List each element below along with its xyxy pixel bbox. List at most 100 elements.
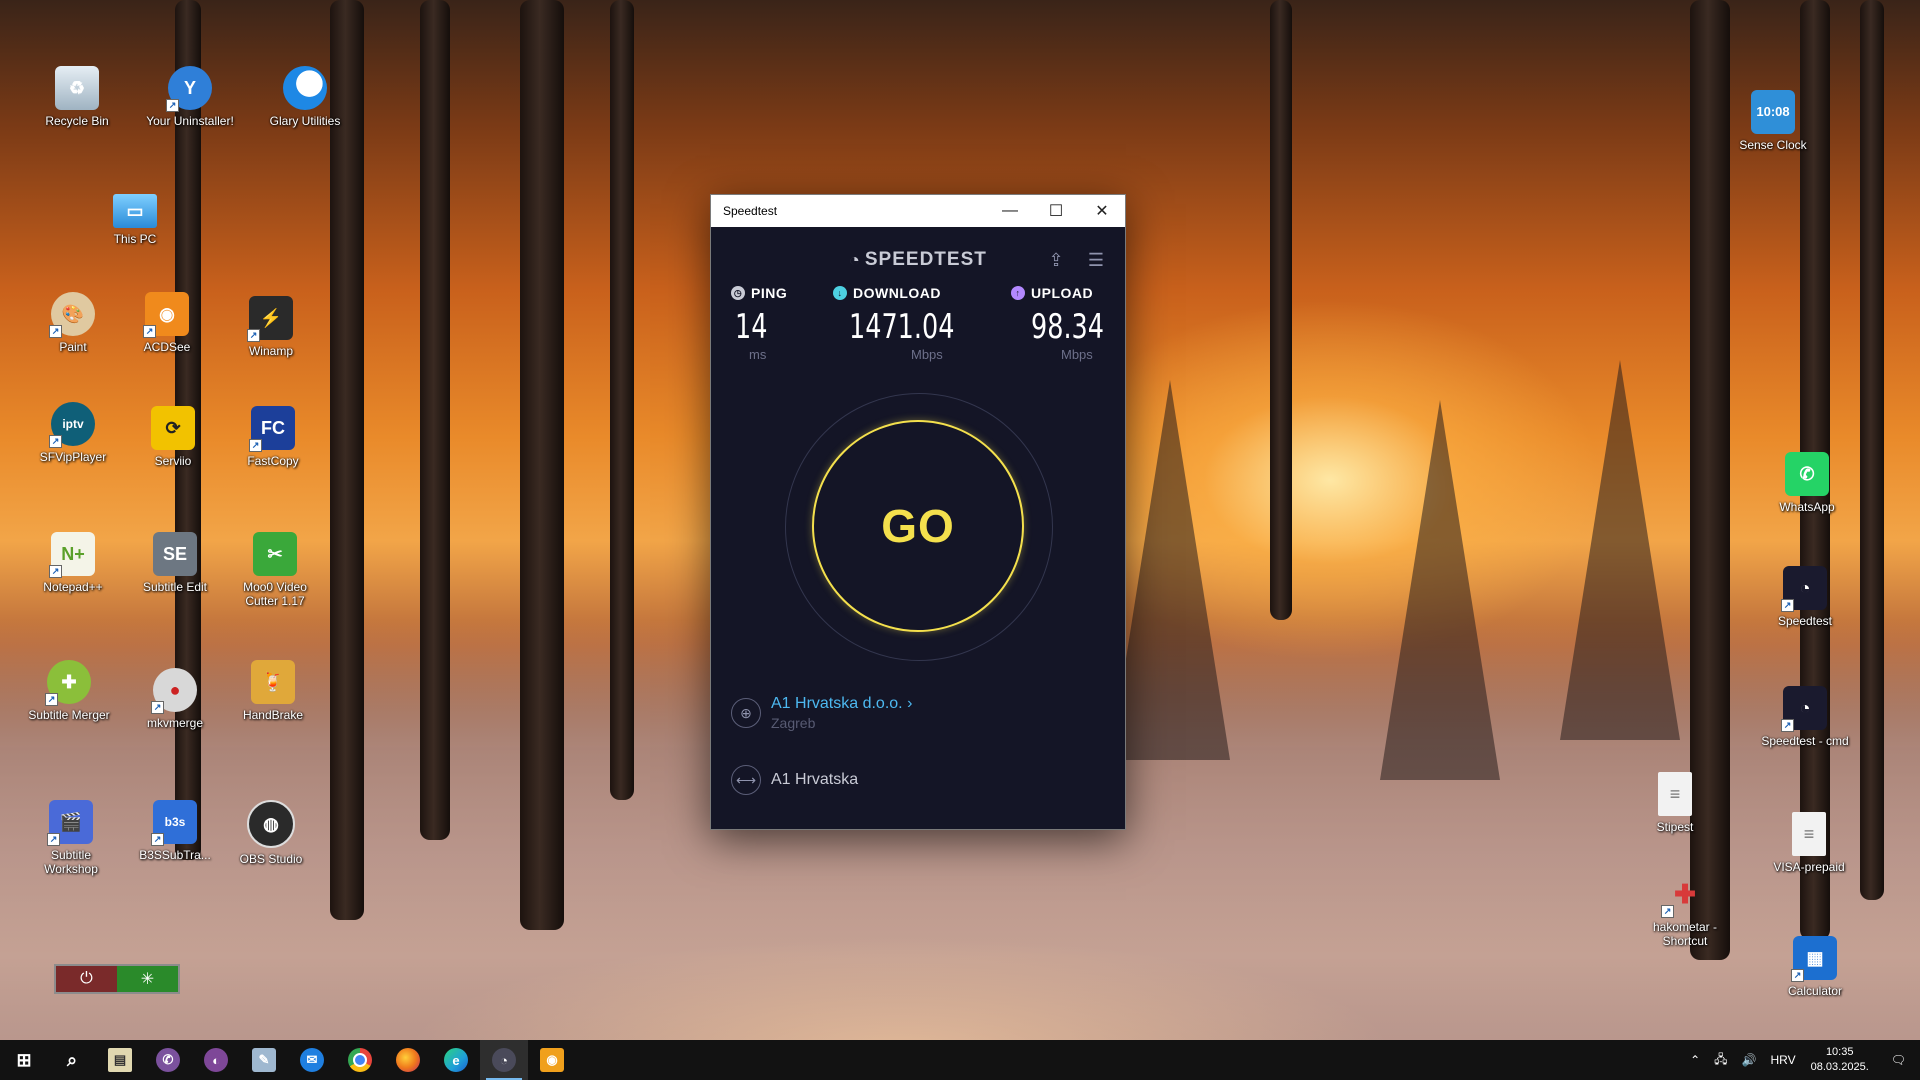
desktop-icon-sfvipplayer[interactable]: iptv ↗ SFVipPlayer — [28, 402, 118, 464]
taskbar-speedtest[interactable]: ◔ — [480, 1040, 528, 1080]
download-unit: Mbps — [911, 347, 943, 362]
desktop-icon-notepad-plus-plus[interactable]: N+ ↗ Notepad++ — [28, 532, 118, 594]
desktop-icon-handbrake[interactable]: 🍹 HandBrake — [228, 660, 318, 722]
upload-metric: ↑ UPLOAD 98.34 Mbps — [1011, 285, 1128, 362]
window-title: Speedtest — [723, 204, 778, 218]
taskbar-viber[interactable]: ✆ — [144, 1040, 192, 1080]
tree-trunk — [610, 0, 634, 800]
desktop-icon-label: ACDSee — [143, 340, 191, 354]
taskbar-task-view[interactable]: ▤ — [96, 1040, 144, 1080]
serviio-icon: ⟳ — [151, 406, 195, 450]
uninstaller-icon: Y ↗ — [166, 66, 212, 112]
desktop-icon-speedtest[interactable]: ◔ ↗ Speedtest — [1760, 566, 1850, 628]
desktop-icon-label: Sense Clock — [1739, 138, 1807, 152]
pine-tree — [1110, 380, 1230, 760]
desktop-icon-hakometar[interactable]: ✚ ↗ hakometar - Shortcut — [1640, 872, 1730, 948]
desktop-icon-label: OBS Studio — [239, 852, 303, 866]
isp-name[interactable]: A1 Hrvatska d.o.o. — [771, 695, 903, 712]
hakometar-icon: ✚ ↗ — [1661, 872, 1707, 918]
tree-trunk — [1270, 0, 1292, 620]
desktop-icon-label: hakometar - Shortcut — [1652, 920, 1718, 948]
taskbar-start-button[interactable]: ⊞ — [0, 1040, 48, 1080]
taskbar-notes[interactable]: ✎ — [240, 1040, 288, 1080]
speedtest-logo-text: SPEEDTEST — [864, 249, 987, 270]
share-icon[interactable]: ⇪ — [1043, 247, 1069, 273]
speedtest-window: Speedtest — ☐ ✕ ◔ SPEEDTEST ⇪ ☰ ◷ PING 1… — [710, 194, 1126, 830]
power-gadget[interactable]: ⏻ ✳ — [54, 964, 180, 994]
desktop-icon-whatsapp[interactable]: ✆ WhatsApp — [1762, 452, 1852, 514]
window-titlebar[interactable]: Speedtest — ☐ ✕ — [711, 195, 1125, 227]
desktop-icon-label: Subtitle Merger — [28, 708, 110, 722]
taskbar-thunderbird[interactable]: ✉ — [288, 1040, 336, 1080]
isp-row[interactable]: ⊕ A1 Hrvatska d.o.o. › Zagreb — [731, 695, 912, 731]
desktop-icon-acdsee[interactable]: ◉ ↗ ACDSee — [122, 292, 212, 354]
desktop-icon-visa-prepaid[interactable]: ≡ VISA-prepaid — [1764, 812, 1854, 874]
handbrake-icon: 🍹 — [251, 660, 295, 704]
taskbar-search-button[interactable]: ⌕ — [48, 1040, 96, 1080]
viber-icon: ✆ — [156, 1048, 180, 1072]
maximize-button[interactable]: ☐ — [1033, 195, 1079, 227]
desktop-icon-mkvmerge[interactable]: ● ↗ mkvmerge — [130, 668, 220, 730]
volume-icon[interactable]: 🔊 — [1735, 1053, 1764, 1067]
desktop-icon-fastcopy[interactable]: FC ↗ FastCopy — [228, 406, 318, 468]
desktop-icon-label: Serviio — [154, 454, 192, 468]
go-button[interactable]: GO — [812, 420, 1024, 632]
desktop-icon-label: FastCopy — [247, 454, 299, 468]
ping-unit: ms — [749, 347, 767, 362]
glary-utilities-icon — [283, 66, 327, 110]
desktop-icon-glary-utilities[interactable]: Glary Utilities — [260, 66, 350, 128]
speedtest-body: ◔ SPEEDTEST ⇪ ☰ ◷ PING 14 ms ↓ DOWNLOAD … — [711, 227, 1125, 829]
taskbar-edge[interactable]: e — [432, 1040, 480, 1080]
system-tray: ⌃ 🖧 🔊 HRV 10:35 08.03.2025. 🗨 — [1683, 1040, 1920, 1080]
sense-clock-icon: 10:08 — [1751, 90, 1795, 134]
brightness-icon[interactable]: ✳ — [117, 966, 178, 992]
desktop-icon-subtitle-workshop[interactable]: 🎬 ↗ Subtitle Workshop — [26, 800, 116, 876]
host-row[interactable]: ⟷ A1 Hrvatska — [731, 765, 858, 795]
host-name[interactable]: A1 Hrvatska — [771, 771, 858, 789]
minimize-button[interactable]: — — [987, 195, 1033, 227]
desktop-icon-label: B3SSubTra... — [139, 848, 211, 862]
desktop-icon-label: Subtitle Edit — [142, 580, 208, 594]
desktop-icon-label: Winamp — [248, 344, 293, 358]
globe-icon: ⊕ — [731, 698, 761, 728]
power-off-icon[interactable]: ⏻ — [56, 966, 117, 992]
network-icon[interactable]: 🖧 — [1707, 1050, 1734, 1071]
calculator-icon: ▦ ↗ — [1791, 936, 1837, 982]
ping-value: 14 — [735, 307, 768, 347]
chrome-icon — [348, 1048, 372, 1072]
whatsapp-icon: ✆ — [1785, 452, 1829, 496]
settings-sliders-icon[interactable]: ☰ — [1083, 247, 1109, 273]
taskbar-chrome[interactable] — [336, 1040, 384, 1080]
clock[interactable]: 10:35 08.03.2025. — [1803, 1045, 1877, 1075]
chevron-up-icon[interactable]: ⌃ — [1683, 1053, 1707, 1067]
chevron-right-icon: › — [907, 695, 913, 712]
tree-trunk — [1860, 0, 1884, 900]
desktop-icon-sense-clock[interactable]: 10:08 Sense Clock — [1728, 90, 1818, 152]
desktop-icon-b3ssubtra[interactable]: b3s ↗ B3SSubTra... — [130, 800, 220, 862]
desktop-icon-subtitle-edit[interactable]: SE Subtitle Edit — [130, 532, 220, 594]
desktop-icon-moo0-video-cutter[interactable]: ✂ Moo0 Video Cutter 1.17 — [230, 532, 320, 608]
close-button[interactable]: ✕ — [1079, 195, 1125, 227]
desktop-icon-this-pc[interactable]: ▭ This PC — [90, 194, 180, 246]
desktop-icon-recycle-bin[interactable]: ♻ Recycle Bin — [32, 66, 122, 128]
desktop-icon-serviio[interactable]: ⟳ Serviio — [128, 406, 218, 468]
desktop-icon-winamp[interactable]: ⚡ ↗ Winamp — [226, 296, 316, 358]
desktop-icon-your-uninstaller[interactable]: Y ↗ Your Uninstaller! — [145, 66, 235, 128]
taskbar-firefox[interactable] — [384, 1040, 432, 1080]
desktop-icon-stipest[interactable]: ≡ Stipest — [1630, 772, 1720, 834]
language-indicator[interactable]: HRV — [1764, 1053, 1803, 1067]
taskbar-tor-browser[interactable]: ◐ — [192, 1040, 240, 1080]
recycle-bin-icon: ♻ — [55, 66, 99, 110]
desktop-icon-label: Calculator — [1787, 984, 1843, 998]
thunderbird-icon: ✉ — [300, 1048, 324, 1072]
desktop-icon-obs-studio[interactable]: ◍ OBS Studio — [226, 800, 316, 866]
taskbar-acdsee[interactable]: ◉ — [528, 1040, 576, 1080]
winamp-icon: ⚡ ↗ — [247, 296, 293, 342]
desktop-icon-label: Paint — [59, 340, 87, 354]
desktop-icon-speedtest-cmd[interactable]: ◔ ↗ Speedtest - cmd — [1760, 686, 1850, 748]
notes-icon: ✎ — [252, 1048, 276, 1072]
desktop-icon-paint[interactable]: 🎨 ↗ Paint — [28, 292, 118, 354]
desktop-icon-subtitle-merger[interactable]: ✚ ↗ Subtitle Merger — [24, 660, 114, 722]
desktop-icon-calculator[interactable]: ▦ ↗ Calculator — [1770, 936, 1860, 998]
notifications-icon[interactable]: 🗨 — [1877, 1053, 1920, 1067]
